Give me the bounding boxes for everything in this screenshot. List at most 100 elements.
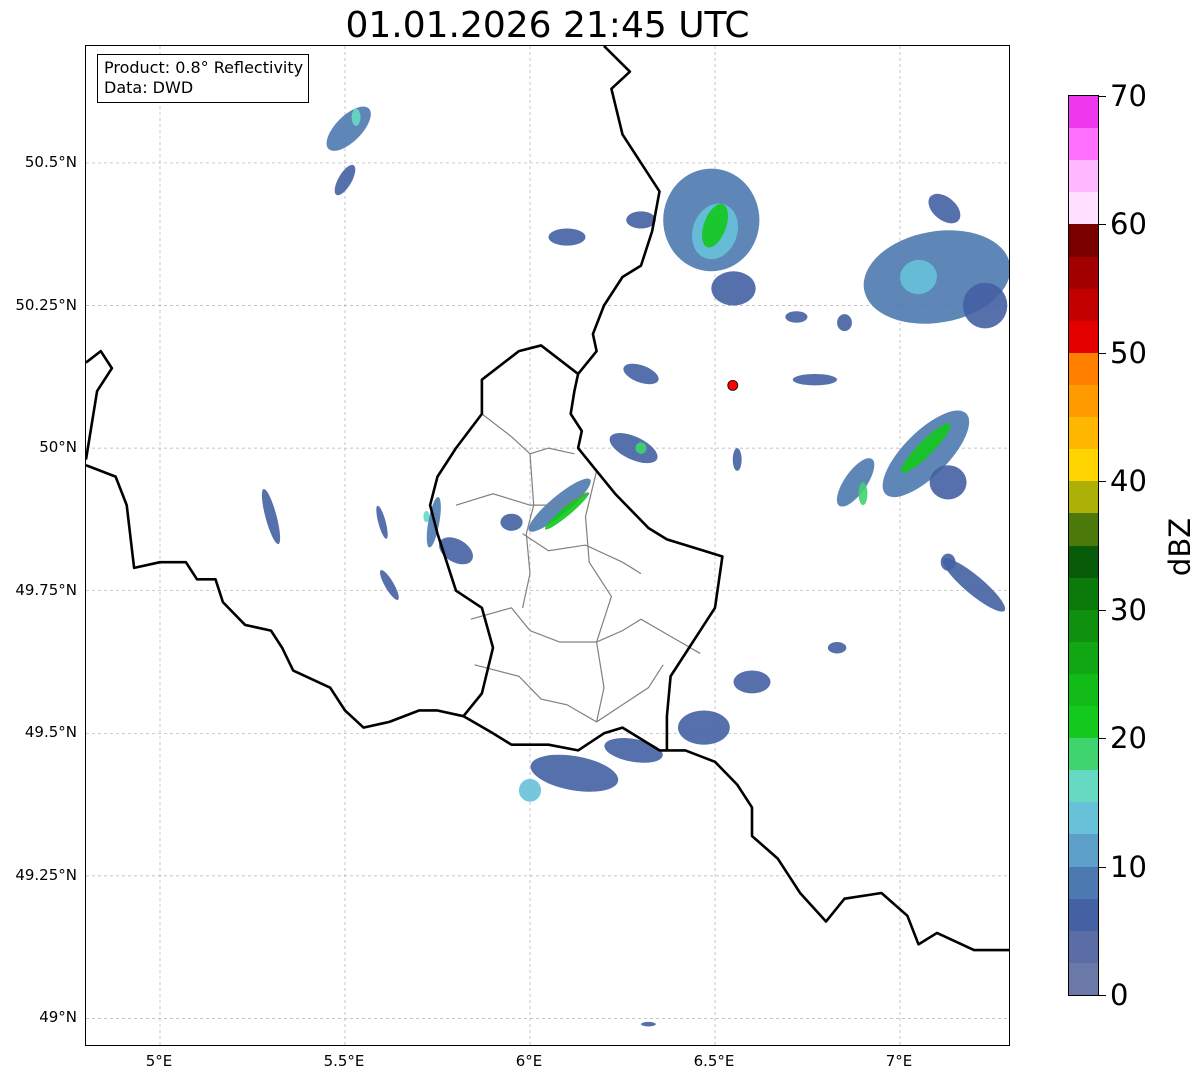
radar-echo xyxy=(500,513,523,531)
lon-tick-label: 5.5°E xyxy=(323,1052,365,1070)
radar-echo xyxy=(733,670,771,694)
radar-echo xyxy=(962,282,1008,329)
colorbar-tick-label: 40 xyxy=(1110,464,1147,499)
colorbar-segment xyxy=(1069,288,1098,321)
radar-echo xyxy=(609,433,658,464)
colorbar-segment xyxy=(1069,255,1098,289)
radar-echo xyxy=(626,211,656,229)
colorbar-segment xyxy=(1069,769,1098,803)
colorbar-segment xyxy=(1069,705,1098,739)
lat-tick-label: 50.5°N xyxy=(24,152,77,171)
colorbar-segment xyxy=(1069,159,1098,193)
radar-echo xyxy=(732,448,742,471)
colorbar-tick-label: 70 xyxy=(1110,79,1147,113)
radar-echo xyxy=(940,553,956,571)
radar-echo xyxy=(518,778,542,802)
colorbar-segment xyxy=(1069,609,1098,642)
colorbar-segment xyxy=(1069,641,1098,674)
radar-echo xyxy=(641,1021,656,1027)
district-border xyxy=(474,664,664,723)
colorbar-segment xyxy=(1069,448,1098,482)
colorbar-segment xyxy=(1069,512,1098,546)
colorbar-tick xyxy=(1099,609,1106,611)
product-label: Product: 0.8° Reflectivity xyxy=(104,58,304,77)
colorbar-tick-label: 10 xyxy=(1110,849,1147,884)
colorbar-segment xyxy=(1069,865,1098,899)
lat-tick-label: 49.25°N xyxy=(15,865,77,884)
colorbar-unit-label: dBZ xyxy=(1163,517,1197,577)
country-border xyxy=(577,46,661,375)
colorbar-segment xyxy=(1069,930,1098,963)
colorbar-segment xyxy=(1069,352,1098,385)
colorbar-tick xyxy=(1099,866,1106,868)
lat-tick-label: 50.25°N xyxy=(15,295,77,314)
colorbar-tick xyxy=(1099,481,1106,483)
colorbar-segment xyxy=(1069,320,1098,353)
radar-echo xyxy=(604,738,663,763)
colorbar-segment xyxy=(1069,962,1098,995)
colorbar-segment xyxy=(1069,96,1098,129)
colorbar-segment xyxy=(1069,801,1098,835)
lon-tick-label: 6.5°E xyxy=(693,1052,735,1070)
radar-echo xyxy=(635,442,647,454)
radar-echo xyxy=(928,193,961,224)
map-canvas xyxy=(86,46,1009,1045)
colorbar-tick xyxy=(1099,96,1106,97)
colorbar-segment xyxy=(1069,544,1098,578)
colorbar-tick xyxy=(1099,352,1106,354)
chart-title: 01.01.2026 21:45 UTC xyxy=(345,5,750,46)
data-source-label: Data: DWD xyxy=(104,78,194,97)
colorbar-tick xyxy=(1099,995,1106,996)
lon-tick-label: 6°E xyxy=(515,1052,543,1070)
radar-echo xyxy=(326,106,371,151)
radar-echo xyxy=(827,642,847,654)
colorbar-tick xyxy=(1099,224,1106,226)
radar-echo xyxy=(711,271,756,306)
colorbar-segment xyxy=(1069,480,1098,514)
radar-echo xyxy=(792,373,838,386)
radar-echo xyxy=(837,314,852,332)
radar-echo xyxy=(376,505,388,539)
district-border xyxy=(470,607,701,654)
radar-echo xyxy=(623,363,659,385)
colorbar-segment xyxy=(1069,737,1098,771)
colorbar-segment xyxy=(1069,191,1098,225)
radar-echo xyxy=(530,754,619,792)
colorbar-segment xyxy=(1069,833,1098,867)
country-border xyxy=(86,349,114,460)
colorbar-segment xyxy=(1069,898,1098,931)
district-border xyxy=(584,470,613,723)
colorbar-tick-label: 30 xyxy=(1110,592,1147,627)
colorbar-segment xyxy=(1069,127,1098,161)
colorbar-segment xyxy=(1069,416,1098,450)
country-border xyxy=(569,373,724,751)
lon-tick-label: 7°E xyxy=(885,1052,913,1070)
country-border xyxy=(86,464,1009,952)
lat-tick-label: 49°N xyxy=(39,1008,77,1027)
colorbar-segment xyxy=(1069,577,1098,610)
lon-tick-label: 5°E xyxy=(145,1052,173,1070)
radar-echo xyxy=(423,510,430,523)
colorbar-tick-label: 0 xyxy=(1110,978,1129,1012)
colorbar-segment xyxy=(1069,223,1098,257)
lat-tick-label: 49.75°N xyxy=(15,580,77,599)
colorbar-segment xyxy=(1069,384,1098,418)
radar-echo xyxy=(678,710,730,745)
lat-tick-label: 49.5°N xyxy=(24,723,77,742)
colorbar-tick-label: 20 xyxy=(1110,721,1147,756)
radar-echo xyxy=(858,482,868,506)
colorbar xyxy=(1068,95,1099,996)
radar-echo xyxy=(380,570,399,600)
lat-tick-label: 50°N xyxy=(39,438,77,457)
colorbar-tick-label: 50 xyxy=(1110,335,1147,370)
radar-echo xyxy=(438,537,474,565)
country-border xyxy=(428,344,579,718)
radar-echo xyxy=(929,465,967,500)
district-border xyxy=(522,533,642,575)
colorbar-tick xyxy=(1099,738,1106,740)
radar-map[interactable] xyxy=(85,45,1010,1046)
colorbar-tick-label: 60 xyxy=(1110,207,1147,242)
radar-echo xyxy=(548,228,586,246)
radar-site-marker xyxy=(727,379,739,391)
colorbar-segment xyxy=(1069,673,1098,707)
